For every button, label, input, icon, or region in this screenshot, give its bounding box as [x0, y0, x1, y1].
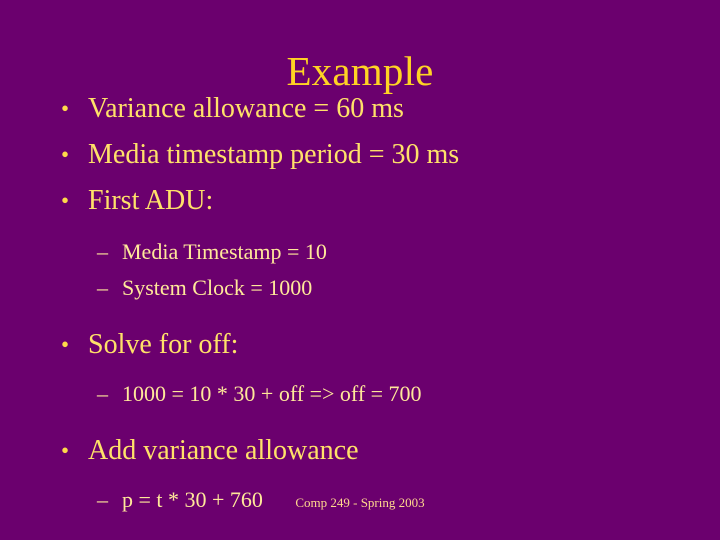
- list-item: • First ADU:: [0, 178, 720, 224]
- bullet-dot-icon: •: [61, 96, 70, 121]
- list-item-label: First ADU:: [88, 185, 214, 216]
- list-item: • Media timestamp period = 30 ms: [0, 132, 720, 178]
- list-item: • Solve for off:: [0, 322, 720, 368]
- list-item-label: Variance allowance = 60 ms: [88, 93, 404, 124]
- dash-bullet-icon: –: [97, 275, 108, 300]
- slide-body: • Variance allowance = 60 ms • Media tim…: [0, 86, 720, 518]
- bullet-dot-icon: •: [61, 188, 70, 213]
- sub-list-item-label: Media Timestamp = 10: [122, 239, 327, 264]
- list-item-label: Solve for off:: [88, 329, 239, 360]
- list-item: • Variance allowance = 60 ms: [0, 86, 720, 132]
- bullet-dot-icon: •: [61, 332, 70, 357]
- dash-bullet-icon: –: [97, 239, 108, 264]
- bullet-dot-icon: •: [61, 142, 70, 167]
- list-item: • Add variance allowance: [0, 428, 720, 474]
- sub-list-item-label: 1000 = 10 * 30 + off => off = 700: [122, 381, 422, 406]
- list-item-label: Media timestamp period = 30 ms: [88, 139, 460, 170]
- sub-list-item-label: System Clock = 1000: [122, 275, 313, 300]
- bullet-dot-icon: •: [61, 438, 70, 463]
- sub-list-item: – Media Timestamp = 10: [0, 234, 720, 270]
- dash-bullet-icon: –: [97, 381, 108, 406]
- slide-footer: Comp 249 - Spring 2003: [295, 495, 425, 510]
- list-item-label: Add variance allowance: [88, 435, 359, 466]
- sub-list-item: – System Clock = 1000: [0, 270, 720, 306]
- sub-list-item: – 1000 = 10 * 30 + off => off = 700: [0, 376, 720, 412]
- slide: Example • Variance allowance = 60 ms • M…: [0, 0, 720, 540]
